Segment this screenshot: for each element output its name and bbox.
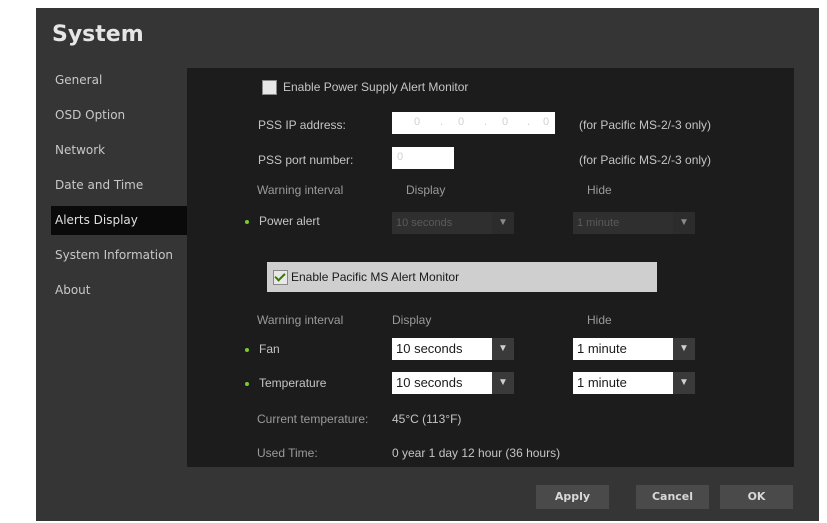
system-dialog: System General OSD Option Network Date a…: [36, 8, 819, 521]
power-alert-hide-select[interactable]: 1 minute: [573, 212, 676, 234]
power-hide-header: Hide: [587, 183, 612, 197]
used-time-label: Used Time:: [257, 446, 318, 460]
pacific-hide-header: Hide: [587, 313, 612, 327]
used-time-value: 0 year 1 day 12 hour (36 hours): [392, 446, 561, 460]
pss-port-note: (for Pacific MS-2/-3 only): [579, 153, 712, 167]
chevron-down-icon[interactable]: ▼: [673, 338, 695, 360]
dialog-title: System: [52, 22, 144, 47]
status-dot-icon: [245, 348, 249, 352]
sidebar-item-system-information[interactable]: System Information: [51, 241, 191, 270]
sidebar-item-network[interactable]: Network: [51, 136, 191, 165]
sidebar-item-about[interactable]: About: [51, 276, 191, 305]
status-dot-icon: [245, 220, 249, 224]
fan-label: Fan: [259, 342, 280, 356]
ip-separator: .: [440, 116, 444, 128]
pacific-enable-bar: Enable Pacific MS Alert Monitor: [267, 262, 657, 292]
chevron-down-icon[interactable]: ▼: [673, 212, 695, 234]
temperature-label: Temperature: [259, 376, 327, 390]
ip-separator: .: [527, 116, 531, 128]
fan-hide-select[interactable]: 1 minute: [573, 338, 676, 360]
pss-port-value: 0: [397, 151, 404, 163]
pss-ip-note: (for Pacific MS-2/-3 only): [579, 118, 712, 132]
fan-display-select[interactable]: 10 seconds: [392, 338, 495, 360]
temperature-hide-select[interactable]: 1 minute: [573, 372, 676, 394]
sidebar-item-date-and-time[interactable]: Date and Time: [51, 171, 191, 200]
ip-segment-1: 0: [414, 116, 421, 128]
status-dot-icon: [245, 382, 249, 386]
power-supply-enable-label: Enable Power Supply Alert Monitor: [283, 80, 469, 94]
pss-ip-label: PSS IP address:: [258, 118, 346, 132]
pss-ip-input[interactable]: 0 . 0 . 0 . 0: [392, 112, 555, 134]
power-warning-interval-label: Warning interval: [257, 183, 344, 197]
pss-port-label: PSS port number:: [258, 153, 354, 167]
sidebar-item-osd-option[interactable]: OSD Option: [51, 101, 191, 130]
ip-segment-4: 0: [543, 116, 550, 128]
chevron-down-icon[interactable]: ▼: [492, 338, 514, 360]
cancel-button[interactable]: Cancel: [636, 485, 709, 509]
ip-separator: .: [484, 116, 488, 128]
alerts-panel: Enable Power Supply Alert Monitor PSS IP…: [187, 68, 794, 467]
sidebar-item-alerts-display[interactable]: Alerts Display: [51, 206, 191, 235]
ok-button[interactable]: OK: [720, 485, 793, 509]
sidebar-item-general[interactable]: General: [51, 66, 191, 95]
pacific-enable-label: Enable Pacific MS Alert Monitor: [291, 270, 460, 284]
pacific-display-header: Display: [392, 313, 432, 327]
power-alert-label: Power alert: [259, 214, 320, 228]
current-temperature-value: 45°C (113°F): [392, 412, 462, 426]
chevron-down-icon[interactable]: ▼: [673, 372, 695, 394]
pacific-warning-interval-label: Warning interval: [257, 313, 344, 327]
temperature-display-select[interactable]: 10 seconds: [392, 372, 495, 394]
apply-button[interactable]: Apply: [536, 485, 609, 509]
power-display-header: Display: [406, 183, 446, 197]
current-temperature-label: Current temperature:: [257, 412, 369, 426]
pss-port-input[interactable]: 0: [392, 147, 454, 169]
sidebar: General OSD Option Network Date and Time…: [51, 66, 191, 311]
power-alert-display-select[interactable]: 10 seconds: [392, 212, 495, 234]
ip-segment-2: 0: [458, 116, 465, 128]
pacific-enable-checkbox[interactable]: [273, 270, 288, 285]
ip-segment-3: 0: [502, 116, 509, 128]
chevron-down-icon[interactable]: ▼: [492, 372, 514, 394]
chevron-down-icon[interactable]: ▼: [492, 212, 514, 234]
power-supply-enable-checkbox[interactable]: [262, 80, 277, 95]
